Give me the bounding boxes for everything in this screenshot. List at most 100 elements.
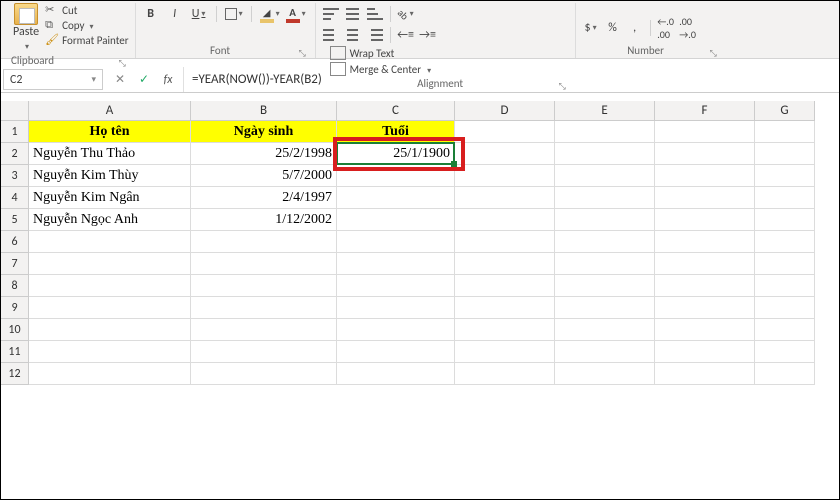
row-header-11[interactable]: 11	[1, 341, 29, 363]
percent-button[interactable]: %	[604, 19, 622, 37]
decrease-decimal-button[interactable]: .00→.0	[679, 19, 697, 37]
orientation-button[interactable]: ab	[397, 5, 415, 23]
cell-f2[interactable]	[655, 143, 755, 165]
column-header-g[interactable]: G	[755, 101, 815, 121]
cell-a3[interactable]: Nguyễn Kim Thùy	[29, 165, 191, 187]
cell[interactable]	[191, 341, 337, 363]
cell-g1[interactable]	[755, 121, 815, 143]
cell[interactable]	[29, 231, 191, 253]
italic-button[interactable]: I	[166, 5, 184, 23]
cell[interactable]	[755, 297, 815, 319]
select-all-corner[interactable]	[1, 101, 29, 121]
cell[interactable]	[455, 341, 555, 363]
cancel-formula-button[interactable]: ✕	[109, 70, 131, 90]
cell[interactable]	[455, 297, 555, 319]
formula-input[interactable]: =YEAR(NOW())-YEAR(B2)	[184, 67, 839, 92]
bold-button[interactable]: B	[142, 5, 160, 23]
cell-b3[interactable]: 5/7/2000	[191, 165, 337, 187]
border-button[interactable]	[225, 5, 243, 23]
cell[interactable]	[191, 275, 337, 297]
row-header-4[interactable]: 4	[1, 187, 29, 209]
cut-button[interactable]: ✂ Cut	[45, 3, 128, 17]
copy-button[interactable]: ⧉ Copy	[45, 18, 128, 32]
cell-c4[interactable]	[337, 187, 455, 209]
align-left-button[interactable]	[322, 26, 340, 44]
cell-g3[interactable]	[755, 165, 815, 187]
cell[interactable]	[655, 275, 755, 297]
cell[interactable]	[191, 363, 337, 385]
row-header-2[interactable]: 2	[1, 143, 29, 165]
row-header-5[interactable]: 5	[1, 209, 29, 231]
cell[interactable]	[337, 275, 455, 297]
enter-formula-button[interactable]: ✓	[133, 70, 155, 90]
cell[interactable]	[455, 253, 555, 275]
cell-c2[interactable]: 25/1/1900	[337, 143, 455, 165]
row-header-3[interactable]: 3	[1, 165, 29, 187]
align-bottom-button[interactable]	[366, 5, 384, 23]
cell[interactable]	[337, 297, 455, 319]
cell[interactable]	[337, 319, 455, 341]
cell-d1[interactable]	[455, 121, 555, 143]
worksheet-grid[interactable]: A B C D E F G 1 Họ tên Ngày sinh Tuổi 2 …	[1, 101, 839, 385]
row-header-8[interactable]: 8	[1, 275, 29, 297]
cell-e3[interactable]	[555, 165, 655, 187]
row-header-6[interactable]: 6	[1, 231, 29, 253]
cell[interactable]	[655, 231, 755, 253]
cell-d3[interactable]	[455, 165, 555, 187]
increase-indent-button[interactable]: →≡	[419, 26, 437, 44]
cell[interactable]	[29, 363, 191, 385]
cell[interactable]	[29, 341, 191, 363]
cell[interactable]	[29, 275, 191, 297]
name-box[interactable]: C2 ▾	[3, 69, 103, 90]
column-header-c[interactable]: C	[337, 101, 455, 121]
cell[interactable]	[555, 341, 655, 363]
font-color-button[interactable]: A	[286, 5, 306, 23]
cell[interactable]	[455, 275, 555, 297]
cell-a1[interactable]: Họ tên	[29, 121, 191, 143]
cell[interactable]	[755, 341, 815, 363]
row-header-10[interactable]: 10	[1, 319, 29, 341]
cell-f3[interactable]	[655, 165, 755, 187]
column-header-b[interactable]: B	[191, 101, 337, 121]
insert-function-button[interactable]: fx	[157, 70, 179, 90]
align-right-button[interactable]	[366, 26, 384, 44]
cell[interactable]	[29, 319, 191, 341]
row-header-9[interactable]: 9	[1, 297, 29, 319]
cell[interactable]	[455, 231, 555, 253]
cell-c3[interactable]	[337, 165, 455, 187]
cell[interactable]	[655, 319, 755, 341]
cell[interactable]	[455, 363, 555, 385]
cell[interactable]	[655, 341, 755, 363]
cell-c5[interactable]	[337, 209, 455, 231]
cell-d2[interactable]	[455, 143, 555, 165]
cell[interactable]	[755, 253, 815, 275]
cell[interactable]	[455, 319, 555, 341]
fill-color-button[interactable]: ◢	[260, 5, 280, 23]
cell[interactable]	[337, 341, 455, 363]
cell[interactable]	[191, 319, 337, 341]
cell[interactable]	[29, 253, 191, 275]
wrap-text-button[interactable]: Wrap Text	[330, 46, 432, 60]
column-header-e[interactable]: E	[555, 101, 655, 121]
cell[interactable]	[655, 297, 755, 319]
row-header-12[interactable]: 12	[1, 363, 29, 385]
cell-b2[interactable]: 25/2/1998	[191, 143, 337, 165]
cell[interactable]	[755, 363, 815, 385]
cell[interactable]	[755, 319, 815, 341]
cell[interactable]	[337, 253, 455, 275]
cell[interactable]	[191, 297, 337, 319]
cell-e5[interactable]	[555, 209, 655, 231]
cell[interactable]	[191, 231, 337, 253]
cell[interactable]	[655, 363, 755, 385]
cell[interactable]	[337, 363, 455, 385]
cell[interactable]	[555, 275, 655, 297]
cell-f1[interactable]	[655, 121, 755, 143]
cell[interactable]	[555, 319, 655, 341]
cell-g5[interactable]	[755, 209, 815, 231]
cell-e1[interactable]	[555, 121, 655, 143]
column-header-f[interactable]: F	[655, 101, 755, 121]
cell[interactable]	[555, 253, 655, 275]
row-header-1[interactable]: 1	[1, 121, 29, 143]
align-top-button[interactable]	[322, 5, 340, 23]
cell-d4[interactable]	[455, 187, 555, 209]
